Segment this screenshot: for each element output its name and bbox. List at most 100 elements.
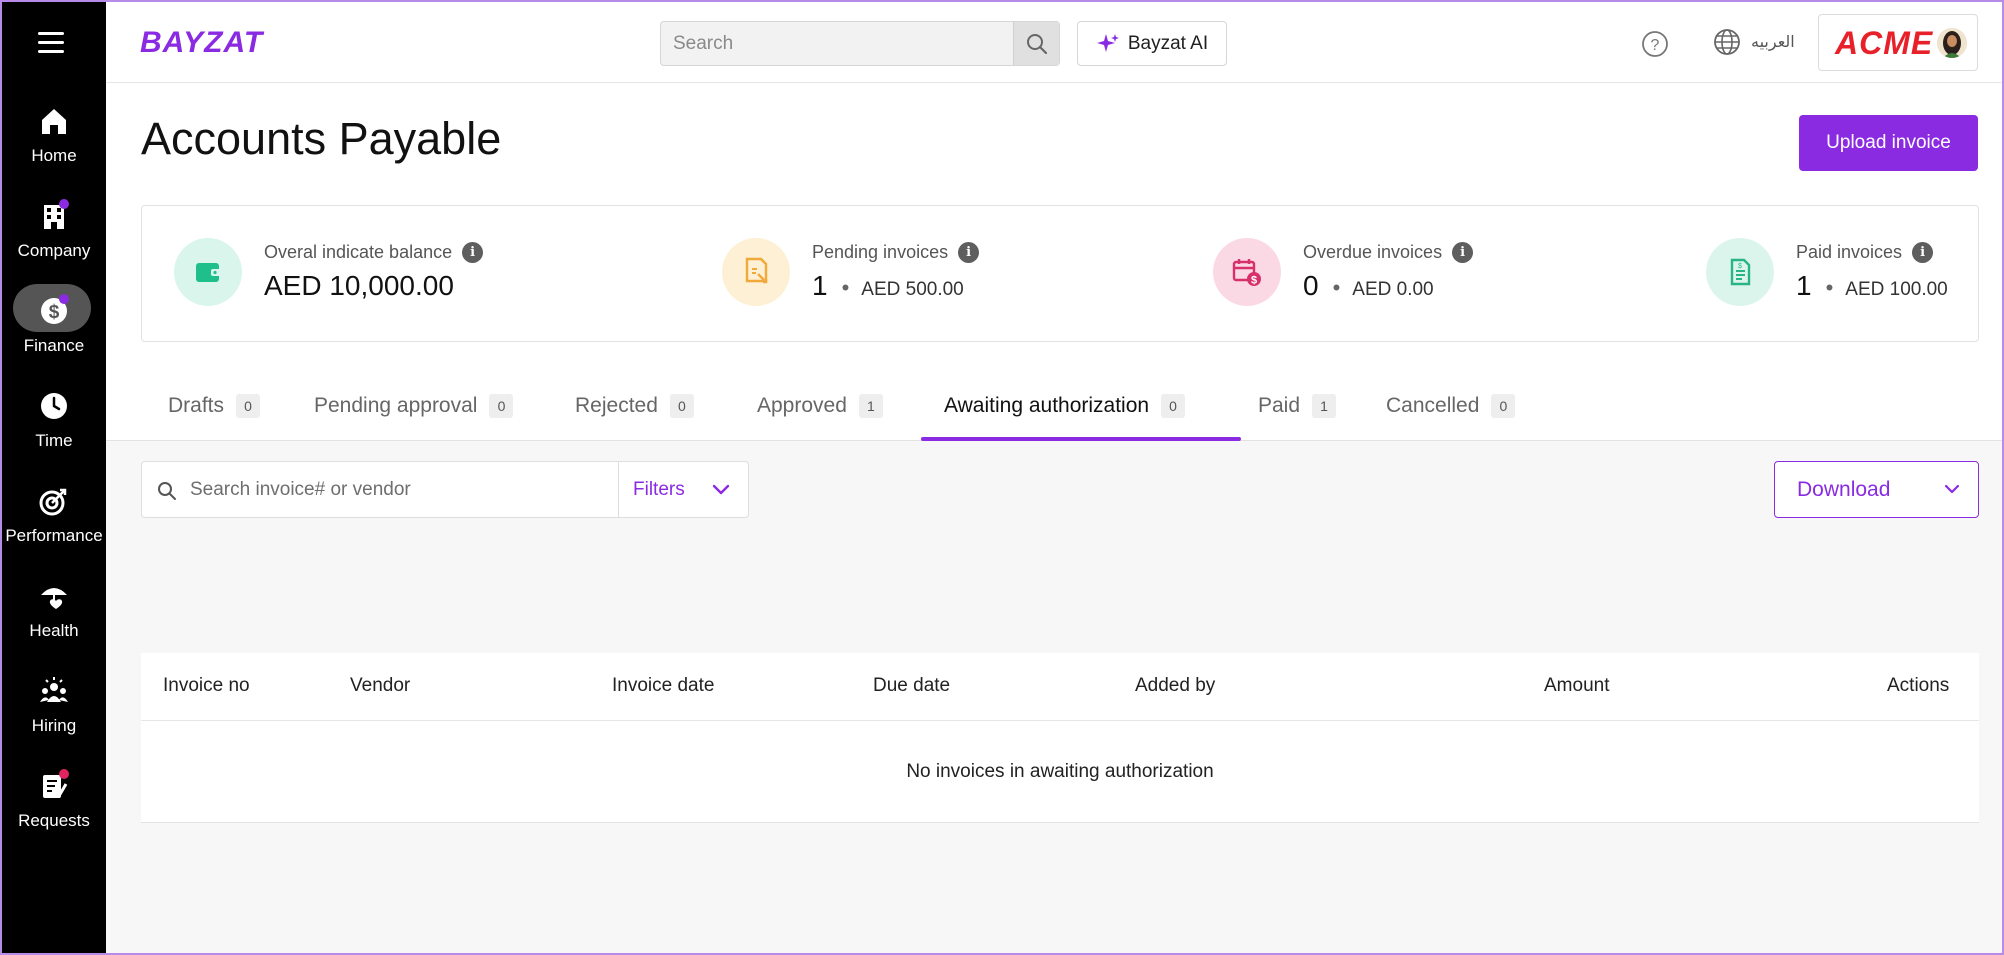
stat-value: 1 • AED 100.00 [1796, 270, 1948, 301]
sidebar-item-label: Performance [5, 526, 103, 545]
info-icon[interactable]: i [1452, 242, 1474, 263]
column-header[interactable]: Vendor [350, 675, 410, 697]
column-header[interactable]: Amount [1544, 675, 1609, 697]
company-switcher[interactable]: ACME [1818, 14, 1978, 71]
info-icon[interactable]: i [958, 242, 980, 263]
tab-label: Cancelled [1386, 394, 1480, 417]
tab-label: Drafts [168, 394, 225, 417]
column-header[interactable]: Invoice no [163, 675, 250, 697]
overdue-calendar-icon: $ [1213, 238, 1281, 306]
sidebar-item-time[interactable]: Time [2, 389, 106, 469]
tab-paid[interactable]: Paid 1 [1258, 371, 1337, 441]
table-header: Invoice no Vendor Invoice date Due date … [141, 653, 1979, 721]
top-header: BAYZAT Bayzat AI ? العربيه ACME [106, 2, 2002, 83]
svg-text:$: $ [1251, 275, 1257, 287]
stat-value-text: AED 10,000.00 [264, 270, 454, 301]
sidebar-item-company[interactable]: Company [2, 199, 106, 279]
info-icon[interactable]: i [1912, 242, 1934, 263]
help-icon[interactable]: ? [1641, 30, 1669, 58]
stat-label: Overal indicate balance i [264, 242, 484, 263]
tab-awaiting-authorization[interactable]: Awaiting authorization 0 [944, 371, 1186, 441]
chevron-down-icon [712, 484, 729, 494]
upload-invoice-button[interactable]: Upload invoice [1799, 115, 1978, 171]
sidebar-item-hiring[interactable]: Hiring [2, 674, 106, 754]
sidebar-item-requests[interactable]: Requests [2, 769, 106, 849]
filters-dropdown[interactable]: Filters [618, 462, 748, 517]
tab-approved[interactable]: Approved 1 [757, 371, 883, 441]
sidebar-item-label: Health [29, 621, 79, 640]
chevron-down-icon [1944, 484, 1960, 494]
svg-text:?: ? [1651, 37, 1660, 54]
tab-count: 0 [1161, 394, 1186, 418]
wallet-icon [174, 238, 242, 306]
sidebar-item-label: Time [35, 431, 73, 450]
stat-amount: AED 100.00 [1845, 279, 1948, 300]
svg-text:$: $ [49, 302, 60, 323]
stat-value: 1 • AED 500.00 [812, 270, 964, 301]
invoice-search-input[interactable] [190, 462, 610, 517]
column-header[interactable]: Due date [873, 675, 950, 697]
tab-count: 0 [489, 394, 514, 418]
tab-label: Rejected [575, 394, 658, 417]
sparkle-icon [1096, 33, 1119, 52]
invoice-search-bar: Filters [141, 461, 749, 518]
tab-rejected[interactable]: Rejected 0 [575, 371, 694, 441]
active-tab-indicator [921, 437, 1241, 441]
column-header[interactable]: Invoice date [612, 675, 714, 697]
stat-label: Overdue invoices i [1303, 242, 1474, 263]
stat-label-text: Overdue invoices [1303, 242, 1443, 262]
tab-count: 0 [1491, 394, 1516, 418]
home-icon [37, 104, 71, 138]
sidebar-item-label: Home [31, 146, 77, 165]
stat-label-text: Overal indicate balance [264, 242, 453, 262]
stat-count: 0 [1303, 270, 1319, 301]
pending-invoice-icon [722, 238, 790, 306]
tab-count: 1 [858, 394, 883, 418]
tab-count: 1 [1312, 394, 1337, 418]
app-window: Home Company $ Finance Time Performance … [0, 0, 2004, 955]
tab-count: 0 [669, 394, 694, 418]
search-icon [158, 482, 176, 500]
info-icon[interactable]: i [462, 242, 484, 263]
column-header: Actions [1887, 675, 1950, 696]
avatar [1937, 28, 1967, 58]
tab-pending-approval[interactable]: Pending approval 0 [314, 371, 514, 441]
language-switcher[interactable]: العربيه [1713, 28, 1795, 56]
notification-dot [59, 199, 69, 209]
stat-amount: AED 500.00 [861, 279, 964, 300]
sidebar-item-home[interactable]: Home [2, 104, 106, 184]
building-icon [37, 199, 71, 233]
search-button[interactable] [1013, 22, 1059, 65]
stat-count: 1 [1796, 270, 1812, 301]
sidebar-item-performance[interactable]: Performance [2, 484, 106, 564]
global-search-input[interactable] [661, 22, 1013, 65]
tab-cancelled[interactable]: Cancelled 0 [1386, 371, 1516, 441]
filters-label: Filters [633, 478, 685, 500]
column-header[interactable]: Added by [1135, 675, 1215, 697]
bayzat-ai-label: Bayzat AI [1127, 32, 1209, 54]
page-header-area: Accounts Payable Upload invoice Overal i… [106, 83, 2002, 371]
people-icon [37, 674, 71, 708]
stat-label-text: Paid invoices [1796, 242, 1903, 262]
sidebar-item-finance[interactable]: $ Finance [2, 284, 106, 374]
bayzat-logo[interactable]: BAYZAT [140, 26, 263, 60]
svg-text:$: $ [1738, 263, 1742, 270]
main-content: Accounts Payable Upload invoice Overal i… [106, 83, 2002, 953]
tab-label: Paid [1258, 394, 1301, 417]
sidebar-item-label: Finance [23, 336, 85, 355]
tab-drafts[interactable]: Drafts 0 [168, 371, 261, 441]
clipboard-edit-icon [37, 769, 71, 803]
invoices-table: Invoice no Vendor Invoice date Due date … [141, 653, 1979, 823]
stat-count: 1 [812, 270, 828, 301]
stat-label-text: Pending invoices [812, 242, 949, 262]
menu-icon[interactable] [38, 32, 64, 56]
download-dropdown[interactable]: Download [1774, 461, 1979, 518]
tab-label: Pending approval [314, 394, 478, 417]
sidebar-item-health[interactable]: Health [2, 579, 106, 659]
status-tabs: Drafts 0 Pending approval 0 Rejected 0 Appr… [106, 371, 2002, 441]
empty-state-message: No invoices in awaiting authorization [906, 760, 1214, 782]
stat-label: Paid invoices i [1796, 242, 1934, 263]
sidebar-item-label: Hiring [31, 716, 77, 735]
bayzat-ai-button[interactable]: Bayzat AI [1077, 21, 1227, 66]
notification-dot [59, 294, 69, 304]
